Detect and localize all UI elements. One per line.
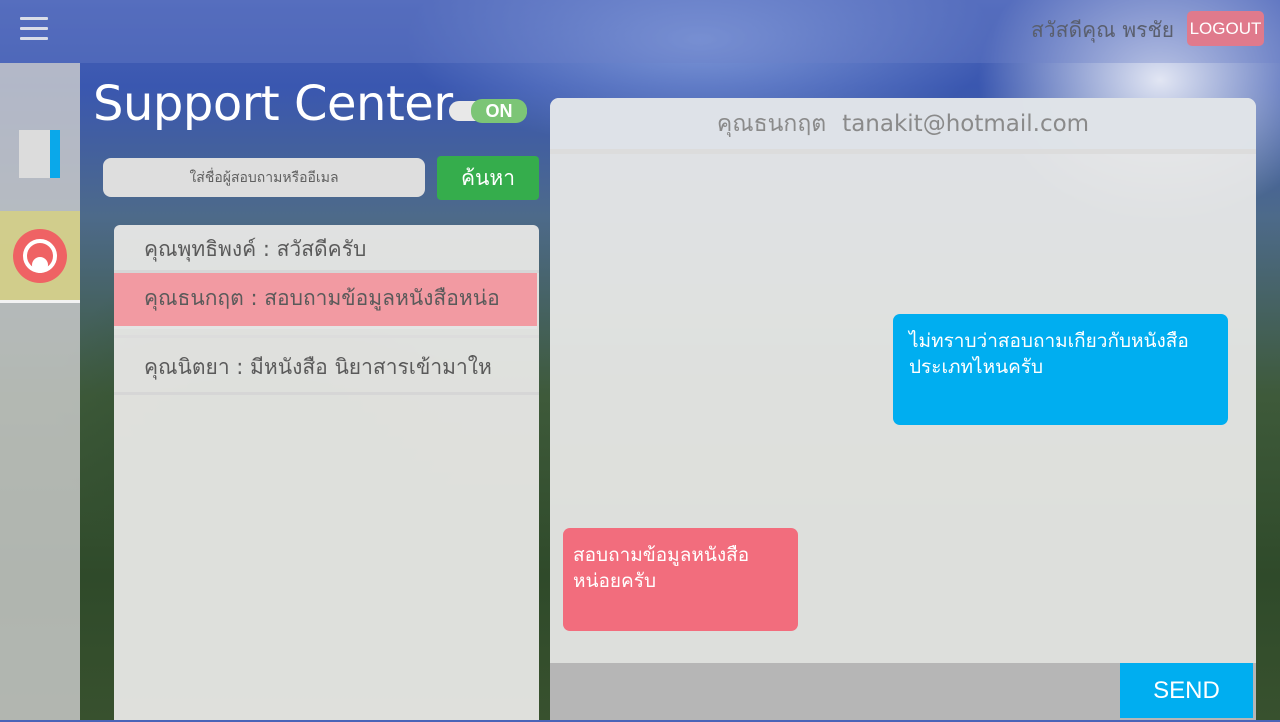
send-button[interactable]: SEND: [1120, 663, 1253, 718]
chat-header: คุณธนกฤต tanakit@hotmail.com: [550, 98, 1256, 154]
logout-button[interactable]: LOGOUT: [1187, 11, 1264, 46]
search-input[interactable]: [103, 158, 425, 197]
chat-panel: คุณธนกฤต tanakit@hotmail.com ไม่ทราบว่าสอ…: [550, 98, 1256, 722]
user-greeting: สวัสดีคุณ พรชัย: [1031, 18, 1174, 42]
conversation-item[interactable]: คุณนิตยา : มีหนังสือ นิยาสารเข้ามาให: [114, 335, 539, 395]
message-composer: SEND: [550, 663, 1256, 722]
contact-email: tanakit@hotmail.com: [842, 111, 1090, 137]
sidebar-item-support[interactable]: [0, 211, 80, 303]
hamburger-menu-icon[interactable]: [20, 17, 48, 41]
customer-message-bubble: สอบถามข้อมูลหนังสือหน่อยครับ: [563, 528, 798, 631]
document-icon: [19, 130, 60, 178]
contact-name: คุณธนกฤต: [716, 111, 827, 137]
search-button[interactable]: ค้นหา: [437, 156, 539, 200]
toggle-label: ON: [471, 99, 527, 123]
conversation-list: คุณพุทธิพงค์ : สวัสดีครับ คุณธนกฤต : สอบ…: [114, 225, 539, 720]
conversation-item[interactable]: คุณพุทธิพงค์ : สวัสดีครับ: [114, 225, 539, 273]
message-input[interactable]: [550, 663, 1124, 722]
agent-message-bubble: ไม่ทราบว่าสอบถามเกียวกับหนังสือประเภทไหน…: [893, 314, 1228, 425]
top-bar: สวัสดีคุณ พรชัย LOGOUT: [0, 0, 1280, 63]
support-chat-icon: [13, 229, 67, 283]
online-toggle[interactable]: ON: [449, 99, 527, 123]
side-rail: [0, 63, 80, 720]
page-title: Support Center: [93, 76, 453, 132]
sidebar-item-documents[interactable]: [0, 63, 80, 211]
conversation-item-selected[interactable]: คุณธนกฤต : สอบถามข้อมูลหนังสือหน่อ: [114, 273, 537, 329]
